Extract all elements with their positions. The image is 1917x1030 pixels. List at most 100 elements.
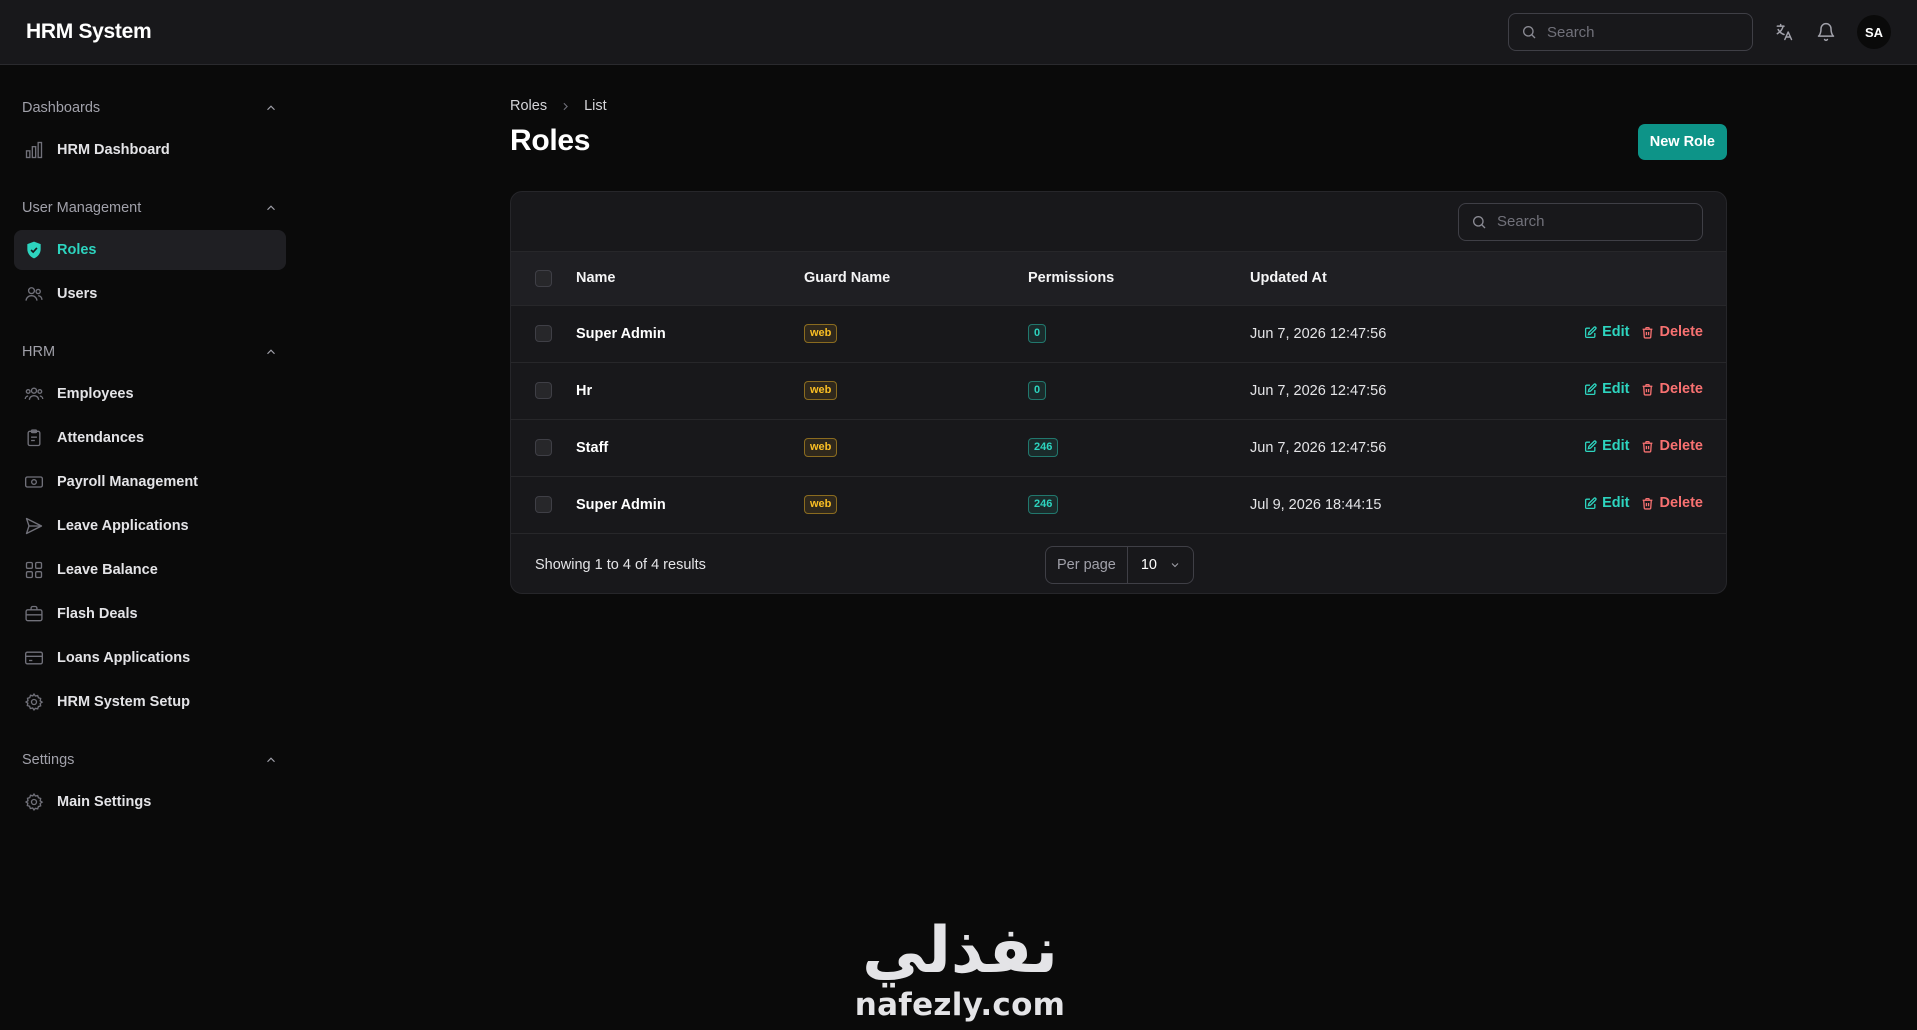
edit-icon [1584, 497, 1597, 510]
breadcrumb: Roles List [510, 98, 607, 114]
gear-icon [23, 791, 45, 813]
sidebar-item-label: Leave Balance [57, 562, 158, 578]
delete-label: Delete [1659, 438, 1703, 455]
nav-group-header-dashboards[interactable]: Dashboards [14, 96, 286, 120]
new-role-button[interactable]: New Role [1637, 124, 1727, 160]
updated-at: Jun 7, 2026 12:47:56 [1250, 419, 1570, 477]
sidebar-item-attendances[interactable]: Attendances [14, 418, 286, 458]
trash-icon [1641, 326, 1654, 339]
chevron-up-icon[interactable] [264, 201, 278, 215]
guard-cell: web [804, 362, 1028, 420]
sidebar-item-roles[interactable]: Roles [14, 230, 286, 270]
edit-icon [1584, 326, 1597, 339]
column-header-name[interactable]: Name [576, 252, 804, 306]
table-row: Super Admin web 0 Jun 7, 2026 12:47:56 E… [511, 305, 1726, 363]
sidebar-item-label: Main Settings [57, 794, 152, 810]
nav-group-header-user-management[interactable]: User Management [14, 196, 286, 220]
global-search-input[interactable] [1547, 23, 1740, 41]
user-group-icon [23, 383, 45, 405]
edit-button[interactable]: Edit [1584, 438, 1629, 454]
watermark-latin: nafezly.com [854, 987, 1066, 1023]
updated-at: Jun 7, 2026 12:47:56 [1250, 362, 1570, 420]
watermark-arabic: نفذلي [862, 914, 1058, 988]
sidebar-item-label: Leave Applications [57, 518, 189, 534]
delete-label: Delete [1659, 381, 1703, 398]
sidebar-item-hrm-dashboard[interactable]: HRM Dashboard [14, 130, 286, 170]
guard-badge: web [804, 324, 838, 343]
guard-cell: web [804, 305, 1028, 363]
table-search-input[interactable] [1497, 213, 1690, 230]
permissions-cell: 246 [1028, 419, 1250, 477]
delete-button[interactable]: Delete [1641, 324, 1703, 340]
sidebar-item-leave-applications[interactable]: Leave Applications [14, 506, 286, 546]
row-checkbox[interactable] [535, 439, 552, 456]
nav-group-header-hrm[interactable]: HRM [14, 340, 286, 364]
chevron-up-icon[interactable] [264, 753, 278, 767]
delete-button[interactable]: Delete [1641, 381, 1703, 397]
sidebar-item-employees[interactable]: Employees [14, 374, 286, 414]
permissions-cell: 246 [1028, 476, 1250, 534]
sidebar-item-leave-balance[interactable]: Leave Balance [14, 550, 286, 590]
row-checkbox[interactable] [535, 496, 552, 513]
chevron-up-icon[interactable] [264, 345, 278, 359]
sidebar-item-payroll-management[interactable]: Payroll Management [14, 462, 286, 502]
role-name: Super Admin [576, 305, 804, 363]
per-page-label: Per page [1046, 546, 1128, 583]
row-actions: Edit Delete [1570, 419, 1726, 477]
row-checkbox[interactable] [535, 382, 552, 399]
roles-table-card: Name Guard Name Permissions Updated At S… [510, 191, 1727, 594]
edit-button[interactable]: Edit [1584, 324, 1629, 340]
nav-group-label: HRM [22, 344, 56, 360]
sidebar-item-label: HRM System Setup [57, 694, 190, 710]
row-checkbox-cell [511, 476, 576, 534]
sidebar-item-label: Employees [57, 386, 134, 402]
permissions-badge: 246 [1028, 438, 1059, 457]
nav-group-header-settings[interactable]: Settings [14, 748, 286, 772]
search-icon [1521, 24, 1537, 40]
users-icon [23, 283, 45, 305]
select-all-checkbox[interactable] [535, 269, 552, 287]
permissions-cell: 0 [1028, 362, 1250, 420]
edit-label: Edit [1602, 438, 1630, 455]
per-page-select[interactable]: 10 [1128, 547, 1193, 583]
sidebar-item-label: Payroll Management [57, 474, 199, 490]
nav-group-user-management: User Management Roles Users [14, 196, 286, 314]
sidebar-item-users[interactable]: Users [14, 274, 286, 314]
sidebar-item-loans-applications[interactable]: Loans Applications [14, 638, 286, 678]
grid-icon [23, 559, 45, 581]
sidebar-item-flash-deals[interactable]: Flash Deals [14, 594, 286, 634]
banknote-icon [23, 471, 45, 493]
role-name: Staff [576, 419, 804, 477]
edit-button[interactable]: Edit [1584, 495, 1629, 511]
breadcrumb-list: List [584, 98, 607, 114]
global-search[interactable] [1508, 13, 1753, 51]
breadcrumb-roles[interactable]: Roles [510, 98, 547, 114]
table-search[interactable] [1458, 202, 1703, 241]
nav-group-label: Settings [22, 752, 75, 768]
sidebar-item-hrm-system-setup[interactable]: HRM System Setup [14, 682, 286, 722]
sidebar-item-label: Attendances [57, 430, 145, 446]
role-name: Super Admin [576, 476, 804, 534]
edit-label: Edit [1602, 495, 1630, 512]
bell-icon[interactable] [1815, 21, 1837, 43]
column-header-updated-at[interactable]: Updated At [1250, 252, 1570, 306]
guard-cell: web [804, 419, 1028, 477]
chevron-up-icon[interactable] [264, 101, 278, 115]
avatar[interactable]: SA [1857, 15, 1891, 49]
role-name: Hr [576, 362, 804, 420]
delete-button[interactable]: Delete [1641, 495, 1703, 511]
delete-label: Delete [1659, 324, 1703, 341]
clipboard-icon [23, 427, 45, 449]
edit-button[interactable]: Edit [1584, 381, 1629, 397]
table-row: Staff web 246 Jun 7, 2026 12:47:56 Edit [511, 419, 1726, 477]
updated-at: Jul 9, 2026 18:44:15 [1250, 476, 1570, 534]
sidebar-item-main-settings[interactable]: Main Settings [14, 782, 286, 822]
delete-button[interactable]: Delete [1641, 438, 1703, 454]
row-checkbox[interactable] [535, 325, 552, 342]
shield-check-icon [23, 239, 45, 261]
app-title[interactable]: HRM System [26, 20, 152, 44]
column-header-permissions[interactable]: Permissions [1028, 252, 1250, 306]
translate-icon[interactable] [1773, 21, 1795, 43]
column-header-guard-name[interactable]: Guard Name [804, 252, 1028, 306]
guard-cell: web [804, 476, 1028, 534]
